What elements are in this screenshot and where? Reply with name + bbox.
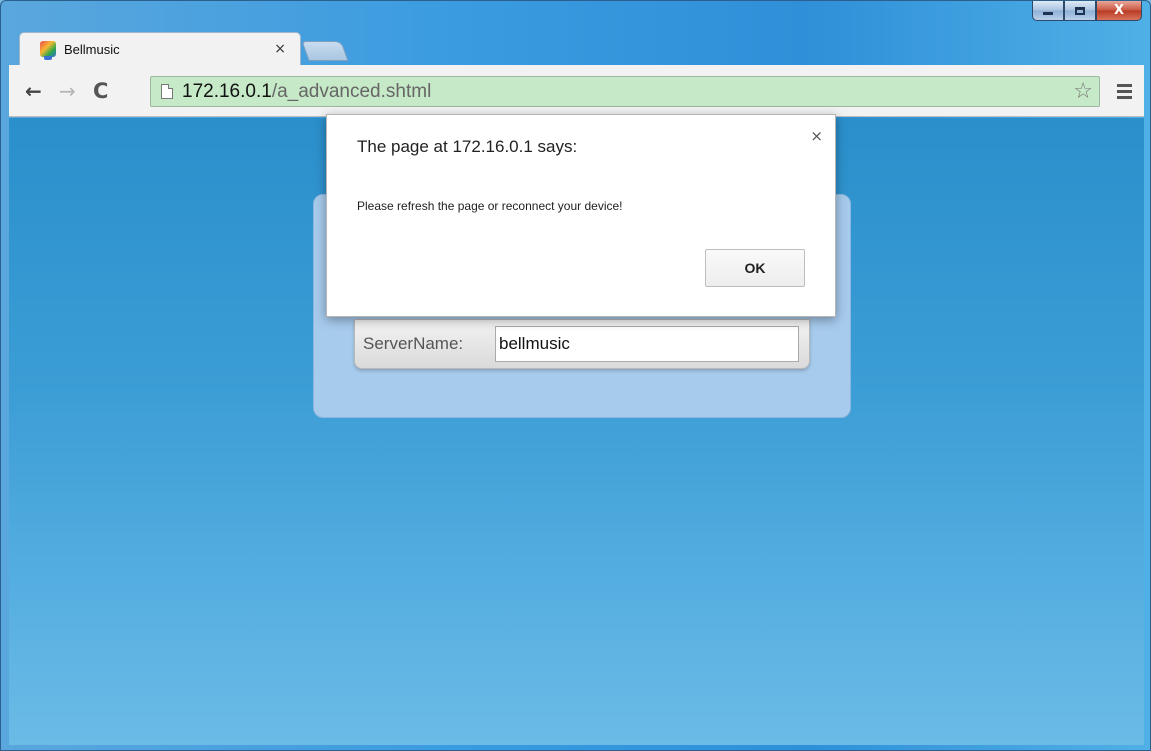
maximize-icon bbox=[1075, 6, 1085, 15]
tab-title: Bellmusic bbox=[64, 41, 120, 57]
window-close-button[interactable]: X bbox=[1096, 1, 1142, 21]
dialog-close-icon[interactable]: × bbox=[810, 127, 823, 145]
reload-icon[interactable]: C bbox=[93, 77, 108, 105]
new-tab-button[interactable] bbox=[301, 41, 349, 61]
minimize-button[interactable] bbox=[1032, 1, 1064, 21]
maximize-button[interactable] bbox=[1064, 1, 1096, 21]
server-name-row: ServerName: bbox=[354, 319, 810, 369]
dialog-message: Please refresh the page or reconnect you… bbox=[357, 199, 623, 213]
back-arrow-icon[interactable]: ← bbox=[25, 77, 42, 105]
minimize-icon bbox=[1043, 12, 1053, 15]
bookmark-star-icon[interactable]: ☆ bbox=[1073, 79, 1093, 104]
url-host: 172.16.0.1 bbox=[182, 80, 272, 102]
dialog-title: The page at 172.16.0.1 says: bbox=[357, 137, 578, 156]
alert-dialog: The page at 172.16.0.1 says: × Please re… bbox=[326, 114, 836, 317]
bellmusic-favicon-icon bbox=[40, 41, 56, 57]
browser-toolbar: ← → C 172.16.0.1/a_advanced.shtml ☆ bbox=[9, 65, 1144, 117]
forward-arrow-icon[interactable]: → bbox=[59, 77, 76, 105]
ok-button[interactable]: OK bbox=[705, 249, 805, 287]
server-name-label: ServerName: bbox=[363, 334, 464, 353]
tab-close-icon[interactable]: × bbox=[274, 41, 286, 57]
window-controls: X bbox=[1032, 1, 1142, 21]
close-icon: X bbox=[1113, 3, 1125, 18]
url-path: /a_advanced.shtml bbox=[271, 80, 432, 102]
address-bar[interactable]: 172.16.0.1/a_advanced.shtml ☆ bbox=[150, 76, 1100, 107]
browser-window: X Bellmusic × ← → C 172.16.0.1/a_advance… bbox=[0, 0, 1151, 751]
page-icon bbox=[161, 84, 173, 99]
server-name-input[interactable] bbox=[495, 326, 799, 362]
chrome-menu-icon[interactable] bbox=[1117, 84, 1132, 102]
tab-bellmusic[interactable]: Bellmusic × bbox=[19, 32, 301, 65]
